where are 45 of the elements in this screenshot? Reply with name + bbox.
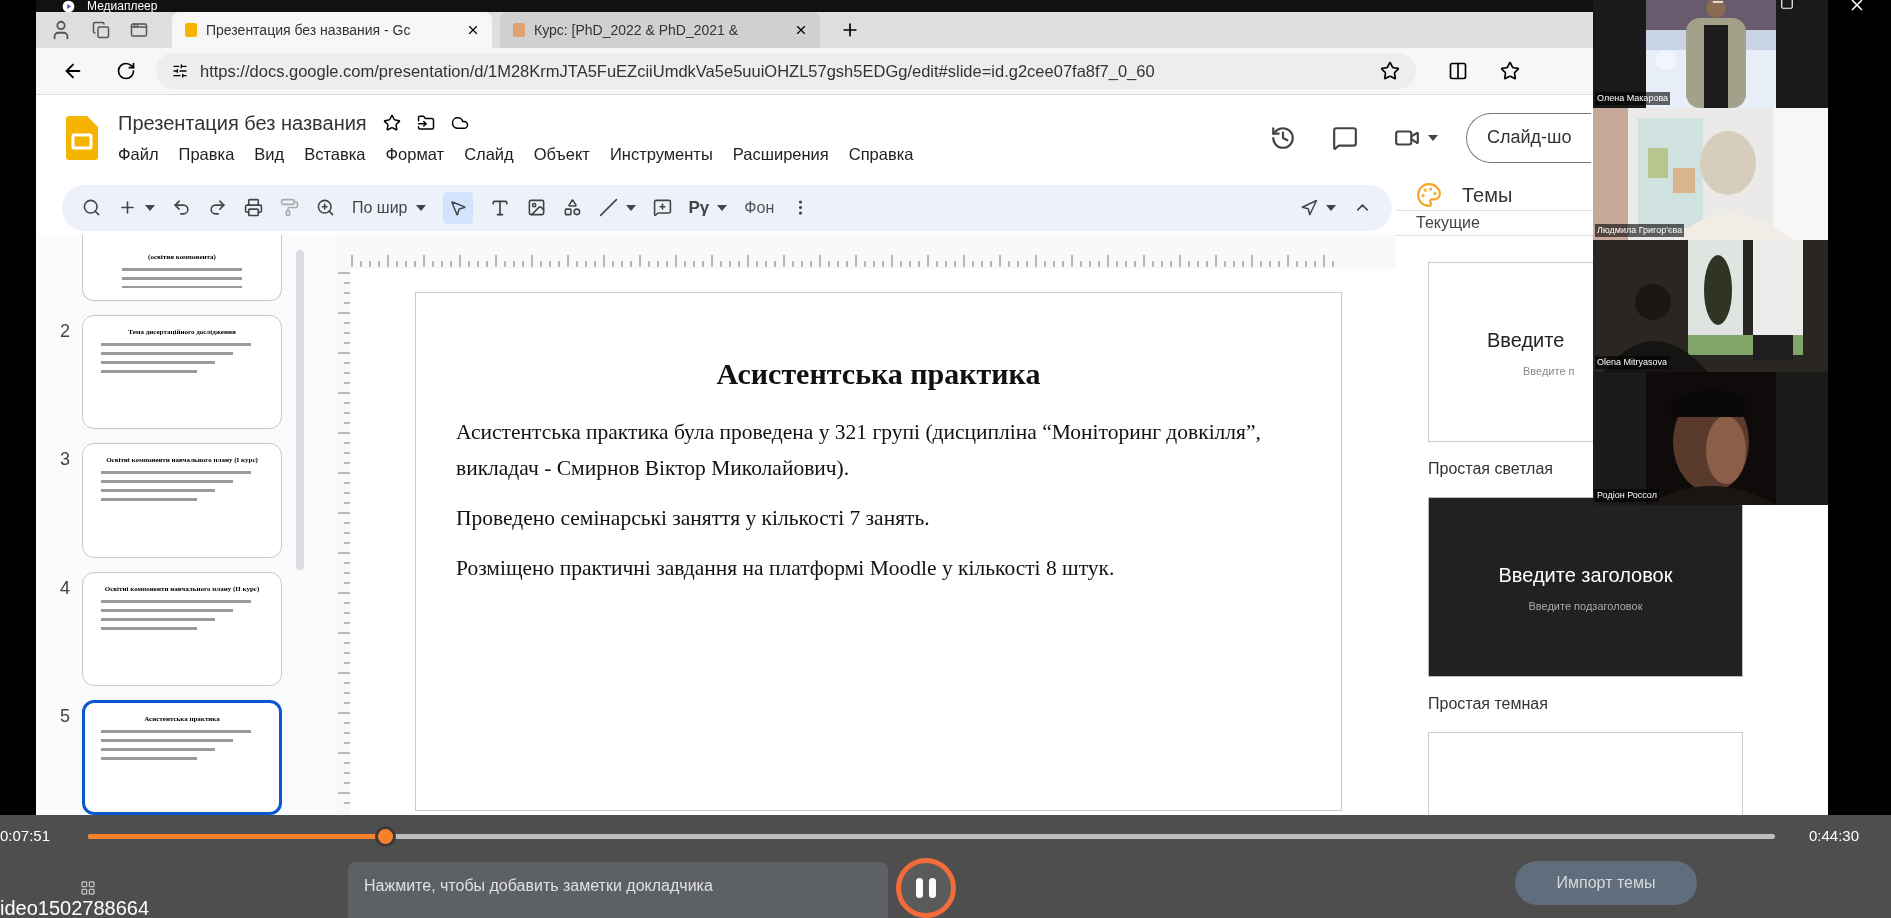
menu-item[interactable]: Формат: [385, 142, 445, 167]
slide-paragraph: Асистентська практика була проведена у 321 групі (дисципліна “Моніторинг довкілля”, викладач - Смирнов Віктор Миколайович).: [456, 418, 1262, 482]
slide-paragraph: Проведено семінарські заняття у кількості 7 занять.: [456, 504, 931, 532]
section-label: Текущие: [1416, 213, 1480, 233]
participant-name: Людмила Григор'єва: [1595, 223, 1685, 237]
theme-name: Простая темная: [1428, 694, 1549, 714]
theme-title: Введите заголовок: [1498, 562, 1673, 588]
elapsed-time: 0:07:51: [0, 825, 52, 846]
theme-preview[interactable]: Введите Введите п: [1428, 262, 1594, 442]
app-title: Медиаплеер: [87, 0, 158, 13]
menu-item[interactable]: Справка: [848, 142, 914, 167]
tab-title: Презентация без названия - Gc: [206, 20, 412, 40]
menu-item[interactable]: Правка: [178, 142, 235, 167]
speaker-notes-field[interactable]: Нажмите, чтобы добавить заметки докладчика: [348, 862, 888, 918]
browser-tab[interactable]: Курс: [PhD_2022 & PhD_2021 &: [500, 12, 820, 48]
presentation-title[interactable]: Презентация без названия: [118, 108, 367, 139]
menu-item[interactable]: Слайд: [464, 142, 514, 167]
menu-item[interactable]: Инструменты: [609, 142, 713, 167]
slide-number: 5: [60, 705, 70, 729]
slide-number: 4: [60, 576, 70, 600]
theme-name: Простая светлая: [1428, 459, 1554, 479]
menu-item[interactable]: Файл: [118, 142, 159, 167]
slide-number: 2: [60, 319, 70, 343]
file-name: ideo1502788664: [0, 898, 150, 918]
menu-item[interactable]: Вставка: [304, 142, 366, 167]
menu-item[interactable]: Объект: [533, 142, 590, 167]
slide-paragraph: Розміщено практичні завдання на платформі Moodle у кількості 8 штук.: [456, 554, 1116, 582]
background-button[interactable]: Фон: [744, 195, 775, 220]
tab-title: Курс: [PhD_2022 & PhD_2021 &: [534, 20, 740, 40]
theme-subtitle: Введите подзаголовок: [1528, 598, 1643, 614]
participant-name: Родіон Россол: [1595, 488, 1659, 502]
theme-subtitle: Введите п: [1522, 363, 1575, 379]
total-time: 0:44:30: [1809, 825, 1860, 846]
slide-number: 3: [60, 448, 70, 472]
import-theme-button[interactable]: Импорт темы: [1515, 861, 1697, 905]
slide-title: Асистентська практика: [715, 355, 1042, 392]
panel-title: Темы: [1462, 183, 1513, 208]
input-tools-button[interactable]: Pγ: [688, 194, 728, 221]
theme-title: Введите: [1487, 327, 1565, 353]
menu-item[interactable]: Расширения: [732, 142, 829, 167]
zoom-dropdown[interactable]: По шир: [352, 195, 426, 220]
url-text: https://docs.google.com/presentation/d/1M28KrmJTA5FuEZciiUmdkVa5e5uuiOHZL57gsh5EDGg/edit#slide=id.g2cee07fa8f7_0_60: [200, 60, 1156, 82]
browser-tab[interactable]: Презентация без названия - Gc: [172, 12, 492, 48]
menu-item[interactable]: Вид: [254, 142, 285, 167]
address-bar[interactable]: https://docs.google.com/presentation/d/1M28KrmJTA5FuEZciiUmdkVa5e5uuiOHZL57gsh5EDGg/edit#slide=id.g2cee07fa8f7_0_60: [156, 53, 1416, 89]
